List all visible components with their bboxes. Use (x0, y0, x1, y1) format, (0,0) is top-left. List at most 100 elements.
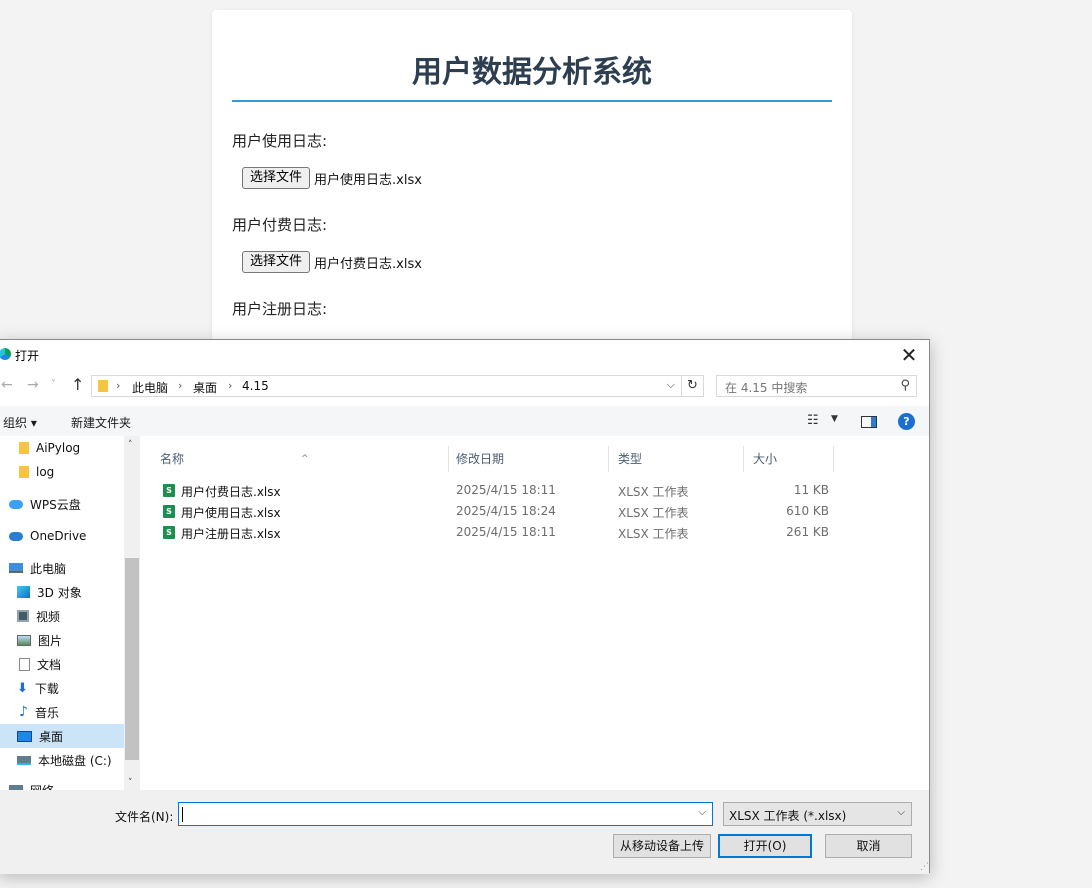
nav-item-label: 图片 (38, 633, 63, 648)
nav-item-documents[interactable]: 文档 (0, 652, 124, 676)
file-size: 11 KB (793, 483, 829, 497)
text-caret (182, 807, 183, 822)
nav-item-this-pc[interactable]: 此电脑 (0, 556, 124, 580)
scroll-down-icon[interactable]: ˅ (128, 778, 133, 788)
file-type: XLSX 工作表 (618, 527, 689, 541)
dialog-titlebar[interactable]: 打开 ✕ (0, 340, 929, 370)
help-icon[interactable]: ? (898, 413, 915, 430)
file-row[interactable]: S 用户注册日志.xlsx 2025/4/15 18:11 XLSX 工作表 2… (159, 522, 839, 543)
view-options-icon[interactable]: ☷ (807, 413, 819, 428)
nav-pane-scrollbar[interactable]: ˄ ˅ (124, 436, 140, 790)
close-icon[interactable]: ✕ (897, 343, 921, 367)
nav-item-onedrive[interactable]: OneDrive (0, 524, 124, 548)
nav-item-aipylog[interactable]: AiPylog (0, 436, 124, 460)
nav-item-label: OneDrive (30, 529, 87, 543)
excel-file-icon: S (163, 484, 175, 497)
resize-grip-icon[interactable]: ⋰ (920, 862, 929, 872)
file-row[interactable]: S 用户付费日志.xlsx 2025/4/15 18:11 XLSX 工作表 1… (159, 480, 839, 501)
breadcrumb-desktop[interactable]: 桌面 (193, 379, 217, 396)
chevron-down-icon[interactable]: ⌵ (897, 807, 905, 818)
organize-menu[interactable]: 组织 ▾ (3, 414, 37, 431)
new-folder-button[interactable]: 新建文件夹 (71, 414, 131, 431)
upload-from-mobile-button[interactable]: 从移动设备上传 (613, 834, 711, 858)
column-header-name[interactable]: 名称 ^ (151, 446, 449, 472)
nav-item-network[interactable]: 网络 (0, 778, 124, 790)
nav-item-label: WPS云盘 (30, 497, 81, 512)
breadcrumb-current-folder[interactable]: 4.15 (242, 379, 269, 393)
nav-item-label: 3D 对象 (37, 585, 82, 600)
usage-log-choose-button[interactable]: 选择文件 (242, 167, 311, 189)
preview-pane-icon[interactable] (861, 416, 877, 428)
usage-log-file-name: 用户使用日志.xlsx (314, 172, 422, 188)
file-modified: 2025/4/15 18:24 (456, 504, 556, 518)
folder-icon (98, 380, 108, 392)
wps-cloud-icon (9, 499, 23, 509)
file-list: 名称 ^ 修改日期 类型 大小 S 用户付费日志.xlsx 2025/4/15 … (145, 436, 931, 790)
up-arrow-icon[interactable]: ↑ (71, 375, 84, 394)
nav-item-pictures[interactable]: 图片 (0, 628, 124, 652)
refresh-icon[interactable]: ↻ (681, 375, 703, 397)
usage-log-file-row: 选择文件 用户使用日志.xlsx (242, 167, 422, 189)
file-type: XLSX 工作表 (618, 485, 689, 499)
open-button[interactable]: 打开(O) (718, 834, 812, 858)
scrollbar-thumb[interactable] (125, 558, 139, 760)
payment-log-file-name: 用户付费日志.xlsx (314, 256, 422, 272)
sort-ascending-icon: ^ (301, 454, 309, 464)
dialog-title: 打开 (15, 349, 40, 363)
navigation-pane: AiPylog log WPS云盘 OneDrive 此电脑 3D 对象 视频 (0, 436, 141, 790)
column-header-type[interactable]: 类型 (609, 446, 744, 472)
computer-icon (9, 563, 23, 573)
file-name: 用户付费日志.xlsx (181, 485, 281, 499)
nav-item-desktop[interactable]: 桌面 (0, 724, 124, 748)
dialog-toolbar: 组织 ▾ 新建文件夹 ☷ ▼ ? (0, 406, 929, 436)
nav-item-log[interactable]: log (0, 460, 124, 484)
filename-input[interactable]: ⌵ (178, 802, 713, 826)
navigation-bar: ← → ˅ ↑ › 此电脑 › 桌面 › 4.15 ⌵ ↻ 在 4.15 中搜索… (0, 372, 929, 402)
chevron-down-icon[interactable]: ⌵ (667, 378, 675, 392)
pictures-icon (17, 634, 31, 646)
3d-objects-icon (17, 586, 30, 598)
nav-item-label: 桌面 (39, 729, 64, 744)
forward-arrow-icon[interactable]: → (27, 377, 39, 393)
nav-item-local-disk[interactable]: 本地磁盘 (C:) (0, 748, 124, 772)
breadcrumb-separator: › (178, 379, 183, 392)
download-icon: ⬇ (17, 680, 28, 696)
nav-item-videos[interactable]: 视频 (0, 604, 124, 628)
nav-item-music[interactable]: ♪ 音乐 (0, 700, 124, 724)
folder-icon (19, 466, 29, 478)
column-header-size[interactable]: 大小 (744, 446, 834, 472)
file-row[interactable]: S 用户使用日志.xlsx 2025/4/15 18:24 XLSX 工作表 6… (159, 501, 839, 522)
cancel-button[interactable]: 取消 (825, 834, 912, 858)
payment-log-label: 用户付费日志: (232, 216, 328, 234)
file-size: 261 KB (786, 525, 829, 539)
search-icon[interactable]: ⚲ (900, 378, 910, 393)
file-type-select[interactable]: XLSX 工作表 (*.xlsx) ⌵ (723, 802, 912, 826)
breadcrumb-this-pc[interactable]: 此电脑 (132, 379, 168, 396)
nav-item-downloads[interactable]: ⬇ 下载 (0, 676, 124, 700)
excel-file-icon: S (163, 526, 175, 539)
payment-log-choose-button[interactable]: 选择文件 (242, 251, 311, 273)
nav-item-wps-cloud[interactable]: WPS云盘 (0, 492, 124, 516)
recent-locations-icon[interactable]: ˅ (51, 379, 56, 390)
nav-item-label: 文档 (37, 657, 62, 672)
column-header-modified[interactable]: 修改日期 (447, 446, 609, 472)
nav-item-label: 此电脑 (30, 561, 67, 576)
filename-label: 文件名(N): (115, 810, 174, 824)
back-arrow-icon[interactable]: ← (1, 377, 13, 393)
search-input[interactable]: 在 4.15 中搜索 ⚲ (716, 375, 917, 397)
search-placeholder: 在 4.15 中搜索 (725, 381, 808, 395)
nav-item-label: 下载 (34, 681, 59, 696)
usage-log-label: 用户使用日志: (232, 132, 328, 150)
file-type: XLSX 工作表 (618, 506, 689, 520)
file-modified: 2025/4/15 18:11 (456, 525, 556, 539)
open-file-dialog: 打开 ✕ ← → ˅ ↑ › 此电脑 › 桌面 › 4.15 ⌵ ↻ 在 4.1… (0, 339, 931, 874)
file-size: 610 KB (786, 504, 829, 518)
address-bar[interactable]: › 此电脑 › 桌面 › 4.15 ⌵ ↻ (91, 375, 704, 397)
local-disk-icon (17, 755, 31, 765)
nav-item-3d-objects[interactable]: 3D 对象 (0, 580, 124, 604)
documents-icon (19, 657, 30, 671)
scroll-up-icon[interactable]: ˄ (128, 440, 133, 450)
chevron-down-icon[interactable]: ⌵ (698, 807, 706, 818)
view-dropdown-icon[interactable]: ▼ (831, 414, 838, 424)
nav-item-label: AiPylog (36, 441, 81, 455)
